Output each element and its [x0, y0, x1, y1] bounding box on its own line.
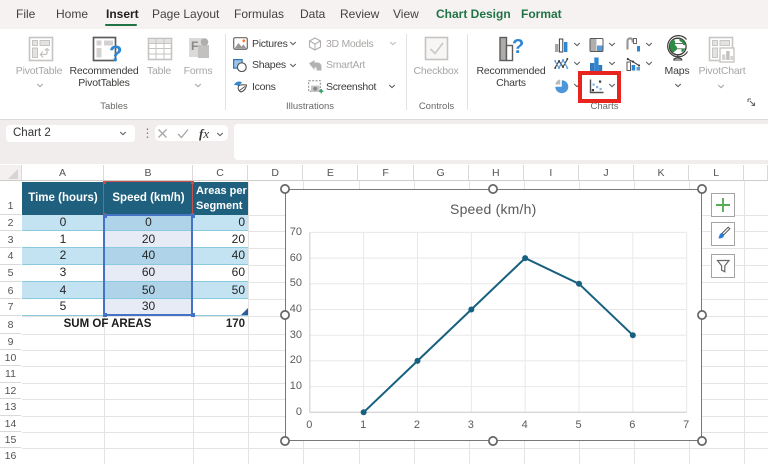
svg-text:?: ?	[109, 41, 122, 63]
svg-text:F: F	[191, 39, 198, 53]
svg-text:?: ?	[512, 36, 524, 58]
